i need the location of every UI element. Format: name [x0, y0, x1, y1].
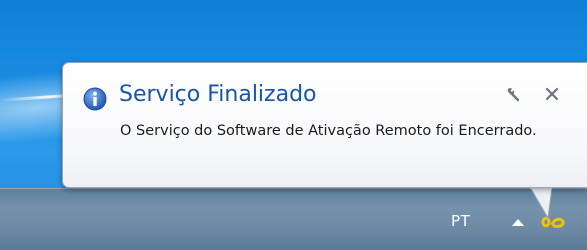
- wrench-icon[interactable]: [506, 86, 524, 104]
- close-icon[interactable]: [544, 86, 560, 102]
- info-icon: [83, 87, 107, 111]
- notification-title: Serviço Finalizado: [119, 82, 317, 107]
- taskbar: [0, 188, 587, 250]
- notification-message: O Serviço do Software de Ativação Remoto…: [120, 123, 537, 139]
- chevron-up-icon[interactable]: [512, 219, 524, 226]
- balloon-tail: [530, 187, 552, 219]
- language-indicator[interactable]: PT: [451, 212, 470, 230]
